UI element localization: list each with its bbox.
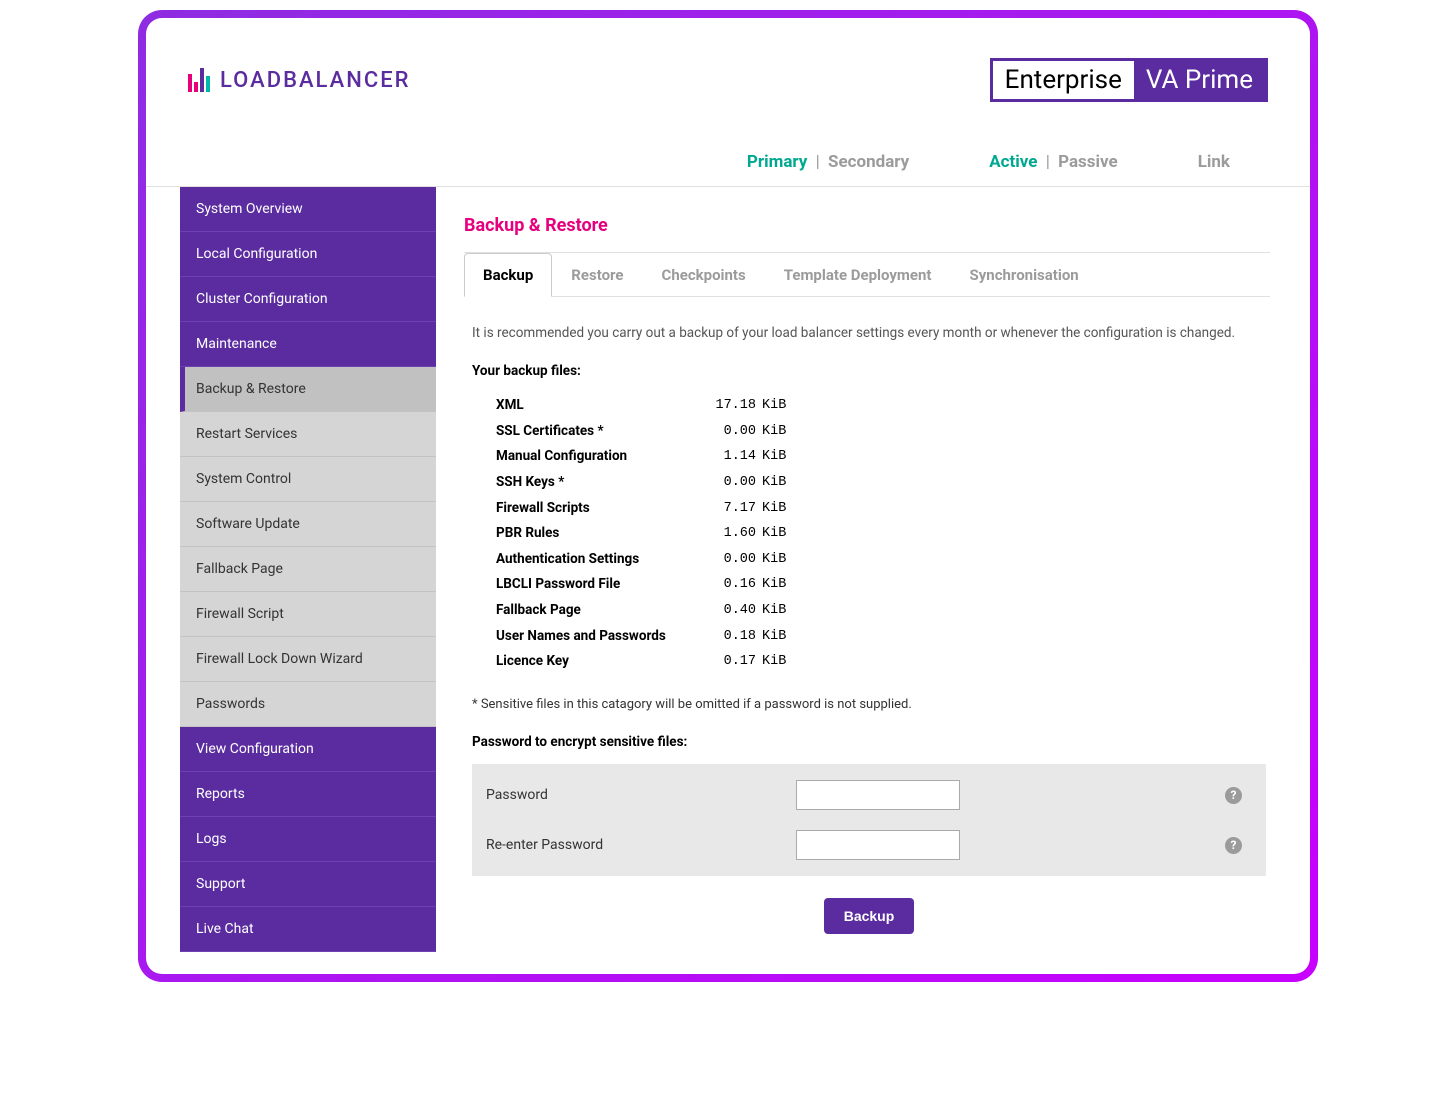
- logo-icon: [188, 68, 210, 92]
- file-row: User Names and Passwords0.18KiB: [496, 624, 1266, 650]
- tabs: Backup Restore Checkpoints Template Depl…: [464, 253, 1270, 297]
- file-name: XML: [496, 393, 696, 419]
- file-size: 0.16: [696, 572, 756, 598]
- status-link: Link: [1198, 152, 1230, 172]
- file-unit: KiB: [762, 393, 786, 419]
- password-form: Password ? Re-enter Password ?: [472, 764, 1266, 876]
- file-row: Licence Key0.17KiB: [496, 649, 1266, 675]
- file-unit: KiB: [762, 624, 786, 650]
- file-row: XML17.18KiB: [496, 393, 1266, 419]
- backup-button[interactable]: Backup: [824, 898, 915, 934]
- sidebar-item-live-chat[interactable]: Live Chat: [180, 907, 436, 952]
- status-bar: Primary | Secondary Active | Passive Lin…: [146, 122, 1310, 187]
- file-row: SSL Certificates *0.00KiB: [496, 419, 1266, 445]
- file-size: 7.17: [696, 496, 756, 522]
- file-size: 0.18: [696, 624, 756, 650]
- tab-template-deployment[interactable]: Template Deployment: [765, 253, 951, 297]
- info-text: It is recommended you carry out a backup…: [472, 325, 1266, 341]
- file-size: 0.17: [696, 649, 756, 675]
- help-icon[interactable]: ?: [1225, 787, 1242, 804]
- sidebar-item-cluster-configuration[interactable]: Cluster Configuration: [180, 277, 436, 322]
- password-input[interactable]: [796, 780, 960, 810]
- status-active-passive: Active | Passive: [989, 152, 1117, 172]
- file-unit: KiB: [762, 496, 786, 522]
- sidebar-item-firewall-script[interactable]: Firewall Script: [180, 592, 436, 637]
- status-primary-secondary: Primary | Secondary: [747, 152, 909, 172]
- tab-checkpoints[interactable]: Checkpoints: [643, 253, 765, 297]
- sidebar-item-logs[interactable]: Logs: [180, 817, 436, 862]
- file-row: SSH Keys *0.00KiB: [496, 470, 1266, 496]
- sidebar-item-firewall-lockdown[interactable]: Firewall Lock Down Wizard: [180, 637, 436, 682]
- file-unit: KiB: [762, 419, 786, 445]
- file-name: Manual Configuration: [496, 444, 696, 470]
- file-row: Manual Configuration1.14KiB: [496, 444, 1266, 470]
- password-label: Password: [486, 787, 796, 803]
- help-icon[interactable]: ?: [1225, 837, 1242, 854]
- file-name: Licence Key: [496, 649, 696, 675]
- sidebar-item-local-configuration[interactable]: Local Configuration: [180, 232, 436, 277]
- sidebar-item-software-update[interactable]: Software Update: [180, 502, 436, 547]
- file-unit: KiB: [762, 572, 786, 598]
- file-size: 0.00: [696, 547, 756, 573]
- file-name: User Names and Passwords: [496, 624, 696, 650]
- sidebar-item-view-configuration[interactable]: View Configuration: [180, 727, 436, 772]
- sidebar-item-maintenance[interactable]: Maintenance: [180, 322, 436, 367]
- file-row: Fallback Page0.40KiB: [496, 598, 1266, 624]
- file-unit: KiB: [762, 547, 786, 573]
- status-passive: Passive: [1058, 152, 1118, 172]
- sidebar-item-system-control[interactable]: System Control: [180, 457, 436, 502]
- file-unit: KiB: [762, 649, 786, 675]
- sidebar-item-fallback-page[interactable]: Fallback Page: [180, 547, 436, 592]
- file-name: PBR Rules: [496, 521, 696, 547]
- status-primary: Primary: [747, 152, 807, 172]
- logo: LOADBALANCER: [188, 68, 410, 93]
- tab-synchronisation[interactable]: Synchronisation: [951, 253, 1098, 297]
- status-secondary: Secondary: [828, 152, 909, 172]
- file-name: SSH Keys *: [496, 470, 696, 496]
- file-unit: KiB: [762, 521, 786, 547]
- sensitive-note: * Sensitive files in this catagory will …: [472, 697, 1266, 712]
- edition-left: Enterprise: [993, 61, 1134, 99]
- sidebar-item-support[interactable]: Support: [180, 862, 436, 907]
- sidebar-item-system-overview[interactable]: System Overview: [180, 187, 436, 232]
- file-row: PBR Rules1.60KiB: [496, 521, 1266, 547]
- file-name: Firewall Scripts: [496, 496, 696, 522]
- reenter-password-input[interactable]: [796, 830, 960, 860]
- file-row: Authentication Settings0.00KiB: [496, 547, 1266, 573]
- file-row: Firewall Scripts7.17KiB: [496, 496, 1266, 522]
- file-name: Authentication Settings: [496, 547, 696, 573]
- file-size: 1.60: [696, 521, 756, 547]
- sidebar-item-backup-restore[interactable]: Backup & Restore: [180, 367, 436, 412]
- reenter-password-label: Re-enter Password: [486, 837, 796, 853]
- edition-right: VA Prime: [1134, 61, 1265, 99]
- file-size: 0.00: [696, 419, 756, 445]
- logo-text: LOADBALANCER: [220, 68, 410, 93]
- edition-badge: Enterprise VA Prime: [990, 58, 1268, 102]
- files-list: XML17.18KiBSSL Certificates *0.00KiBManu…: [496, 393, 1266, 675]
- file-unit: KiB: [762, 598, 786, 624]
- sidebar-item-passwords[interactable]: Passwords: [180, 682, 436, 727]
- file-name: LBCLI Password File: [496, 572, 696, 598]
- tab-backup[interactable]: Backup: [464, 253, 552, 297]
- file-size: 0.40: [696, 598, 756, 624]
- sidebar-item-reports[interactable]: Reports: [180, 772, 436, 817]
- sidebar-item-restart-services[interactable]: Restart Services: [180, 412, 436, 457]
- file-size: 1.14: [696, 444, 756, 470]
- sidebar: System Overview Local Configuration Clus…: [180, 187, 436, 974]
- file-unit: KiB: [762, 470, 786, 496]
- file-row: LBCLI Password File0.16KiB: [496, 572, 1266, 598]
- files-label: Your backup files:: [472, 363, 1266, 379]
- file-size: 17.18: [696, 393, 756, 419]
- status-active: Active: [989, 152, 1037, 172]
- file-name: SSL Certificates *: [496, 419, 696, 445]
- page-title: Backup & Restore: [464, 215, 1270, 253]
- file-size: 0.00: [696, 470, 756, 496]
- file-unit: KiB: [762, 444, 786, 470]
- encrypt-label: Password to encrypt sensitive files:: [472, 734, 1266, 750]
- tab-restore[interactable]: Restore: [552, 253, 642, 297]
- file-name: Fallback Page: [496, 598, 696, 624]
